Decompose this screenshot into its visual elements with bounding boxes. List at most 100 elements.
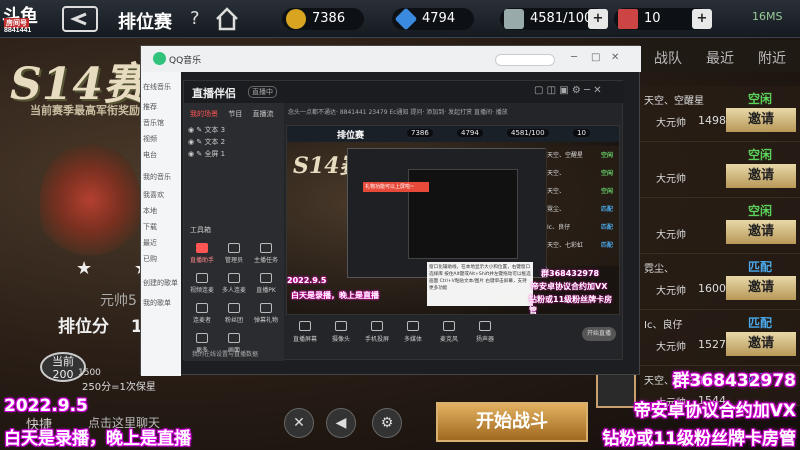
tool-fans[interactable]: 粉丝团	[220, 301, 248, 327]
scene-label: 文本 2	[204, 138, 226, 146]
control-label: 直播屏幕	[292, 336, 317, 343]
tab-team[interactable]: 战队	[654, 48, 682, 68]
speaker-button[interactable]: 扬声器	[470, 321, 500, 343]
preview-friend-status: 空闲	[601, 152, 614, 159]
add-card-button[interactable]: +	[692, 9, 712, 29]
overlay-schedule: 白天是录播，晚上是直播	[4, 429, 191, 449]
scene-item[interactable]: ◉ ✎ 文本 2	[188, 137, 225, 147]
sidebar-item[interactable]: 创建的歌单	[143, 278, 179, 290]
sidebar-item[interactable]: 音乐馆	[143, 118, 179, 130]
scene-item[interactable]: ◉ ✎ 全屏 1	[188, 149, 225, 159]
back-button[interactable]	[62, 6, 98, 32]
maximize-icon[interactable]: □	[591, 52, 600, 63]
camera-button[interactable]: 摄像头	[326, 321, 356, 343]
invite-button[interactable]: 邀请	[726, 220, 796, 244]
settings-link[interactable]: 我的在线设置与直播数据	[192, 349, 258, 358]
toolbar-icons[interactable]: ▢ ◫ ▣ ⚙ ─ ✕	[534, 85, 602, 96]
friend-tabs: 战队 最近 附近	[640, 40, 800, 72]
sidebar-item[interactable]: 下载	[143, 222, 179, 234]
card-value: 10	[644, 11, 661, 26]
diamond-icon	[394, 7, 418, 31]
help-icon[interactable]: ?	[190, 8, 200, 29]
scene-tabs: 我的场景 节目 直播流	[190, 109, 281, 119]
overlay-vx: 帝安卓协议合约加VX	[633, 401, 796, 421]
gold-counter: 7386	[282, 8, 364, 30]
gold-value: 7386	[312, 11, 346, 26]
sidebar-item[interactable]: 我的歌单	[143, 298, 179, 310]
sidebar-item[interactable]: 已购	[143, 254, 179, 266]
tool-pk[interactable]: 直播PK	[252, 271, 280, 297]
tool-danmu[interactable]: 弹幕礼物	[252, 301, 280, 327]
tool-icon	[196, 303, 208, 313]
qq-music-titlebar: QQ音乐 ─ □ ✕	[141, 46, 641, 72]
sidebar-item[interactable]: 推荐	[143, 102, 179, 114]
invite-button[interactable]: 邀请	[726, 164, 796, 188]
preview-friend-status: 空闲	[601, 170, 614, 177]
scene-item[interactable]: ◉ ✎ 文本 3	[188, 125, 225, 135]
friend-score: 1527	[698, 338, 726, 351]
tool-video-link[interactable]: 视频连麦	[188, 271, 216, 297]
douyu-logo: 斗鱼 房间号 8841441	[2, 2, 64, 36]
page-title: 排位赛	[118, 12, 172, 33]
tool-tasks[interactable]: 主播任务	[252, 241, 280, 267]
control-label: 麦克风	[439, 336, 458, 343]
add-crystal-button[interactable]: +	[588, 9, 608, 29]
sidebar-item[interactable]: 最近	[143, 238, 179, 250]
tab-nearby[interactable]: 附近	[758, 48, 786, 68]
scene-label: 全屏 1	[204, 150, 226, 158]
tool-icon	[196, 243, 208, 253]
friend-name: Ic、良仔	[644, 320, 683, 331]
tool-multi-link[interactable]: 多人连麦	[220, 271, 248, 297]
points-small: 1500	[78, 368, 101, 378]
settings-icon[interactable]: ⚙	[372, 408, 402, 438]
invite-button[interactable]: 邀请	[726, 332, 796, 356]
preview-title: 排位赛	[337, 131, 365, 141]
tool-label: 粉丝团	[224, 317, 243, 324]
screen-capture-button[interactable]: 直播屏幕	[290, 321, 320, 343]
mute-mic-icon[interactable]: ✕	[284, 408, 314, 438]
tab-my-scenes[interactable]: 我的场景	[190, 110, 218, 118]
sidebar-item[interactable]: 本地	[143, 206, 179, 218]
preview-overlay-vx: 帝安卓协议合约加VX	[531, 282, 608, 291]
points-badge-label: 当前	[52, 355, 74, 368]
qq-search-input[interactable]	[495, 54, 555, 66]
tool-live-assistant[interactable]: 直播助手	[188, 241, 216, 267]
points-badge-value: 200	[52, 368, 74, 381]
sidebar-item[interactable]: 电台	[143, 150, 179, 162]
sidebar-item[interactable]: 我的音乐	[143, 172, 179, 184]
minimize-icon[interactable]: ─	[571, 52, 577, 63]
sidebar-item[interactable]: 我喜欢	[143, 190, 179, 202]
player-avatar	[596, 372, 636, 408]
friend-rank: 大元帅	[656, 342, 686, 353]
crystal-value: 4581/100	[530, 11, 593, 26]
tab-program[interactable]: 节目	[228, 110, 242, 118]
invite-button[interactable]: 邀请	[726, 276, 796, 300]
speaker-icon[interactable]: ◀	[326, 408, 356, 438]
phone-cast-button[interactable]: 手机投屏	[362, 321, 392, 343]
start-battle-button[interactable]: 开始战斗	[436, 402, 588, 442]
friend-status: 空闲	[748, 204, 773, 218]
media-button[interactable]: 多媒体	[398, 321, 428, 343]
overlay-fans: 钻粉或11级粉丝牌卡房管	[602, 429, 796, 449]
start-live-button[interactable]: 开始直播	[582, 327, 616, 341]
live-control-bar: 直播屏幕 摄像头 手机投屏 多媒体 麦克风 扬声器 开始直播	[286, 319, 620, 359]
tab-stream[interactable]: 直播流	[252, 110, 273, 118]
friend-row: Ic、良仔 大元帅 1527 匹配 邀请	[640, 310, 800, 366]
invite-button[interactable]: 邀请	[726, 108, 796, 132]
preview-overlay-schedule: 白天是录播，晚上是直播	[291, 291, 379, 300]
sidebar-item[interactable]: 在线音乐	[143, 82, 179, 94]
tool-linker[interactable]: 连麦者	[188, 301, 216, 327]
tool-admin[interactable]: 管理员	[220, 241, 248, 267]
preview-topbar: 排位赛 7386 4794 4581/100 10	[287, 126, 619, 142]
tool-icon	[260, 273, 272, 283]
score-label: 排位分	[58, 317, 109, 337]
preview-friend-status: 匹配	[601, 224, 614, 231]
live-app-header: 直播伴侣 直播中 ▢ ◫ ▣ ⚙ ─ ✕	[184, 81, 624, 103]
preview-friend-name: 天空、七彩虹	[547, 242, 584, 249]
close-icon[interactable]: ✕	[611, 52, 619, 63]
sidebar-item[interactable]: 视频	[143, 134, 179, 146]
home-icon[interactable]	[214, 6, 240, 32]
points-rule-text: 250分=1次保星	[82, 382, 156, 393]
tab-recent[interactable]: 最近	[706, 48, 734, 68]
microphone-button[interactable]: 麦克风	[434, 321, 464, 343]
